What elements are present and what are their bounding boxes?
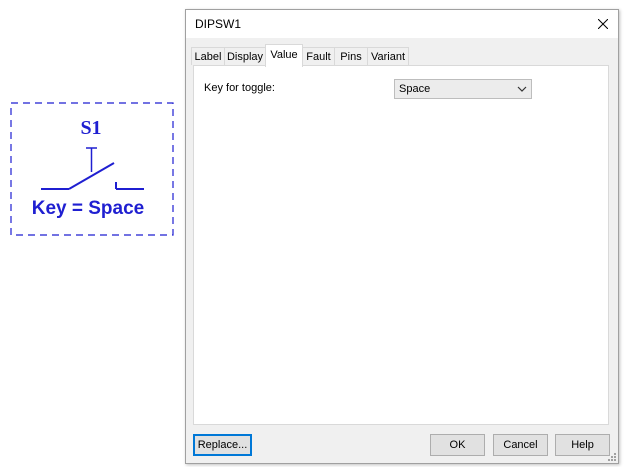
title-bar[interactable]: DIPSW1: [186, 10, 618, 38]
tab-pins[interactable]: Pins: [334, 47, 368, 65]
key-toggle-value: Space: [399, 83, 431, 95]
properties-dialog: DIPSW1 Label Display Value Fault Pins Va…: [185, 9, 619, 464]
close-button[interactable]: [588, 10, 618, 38]
tab-display[interactable]: Display: [224, 47, 266, 65]
dialog-title: DIPSW1: [195, 17, 242, 31]
tab-value[interactable]: Value: [265, 44, 303, 67]
close-icon: [598, 19, 608, 29]
value-tab-panel: Key for toggle: Space: [193, 65, 609, 425]
replace-button[interactable]: Replace...: [193, 434, 252, 456]
tab-variant[interactable]: Variant: [367, 47, 409, 65]
resize-grip-icon[interactable]: [606, 451, 616, 461]
switch-schematic[interactable]: S1 Key = Space: [0, 0, 185, 250]
key-toggle-select[interactable]: Space: [394, 79, 532, 99]
key-toggle-label: Key for toggle:: [204, 82, 275, 94]
ok-button[interactable]: OK: [430, 434, 485, 456]
switch-reference: S1: [80, 117, 101, 139]
tab-label[interactable]: Label: [191, 47, 225, 65]
help-button[interactable]: Help: [555, 434, 610, 456]
chevron-down-icon: [517, 86, 527, 92]
switch-key-label: Key = Space: [32, 198, 145, 219]
tab-fault[interactable]: Fault: [302, 47, 335, 65]
cancel-button[interactable]: Cancel: [493, 434, 548, 456]
